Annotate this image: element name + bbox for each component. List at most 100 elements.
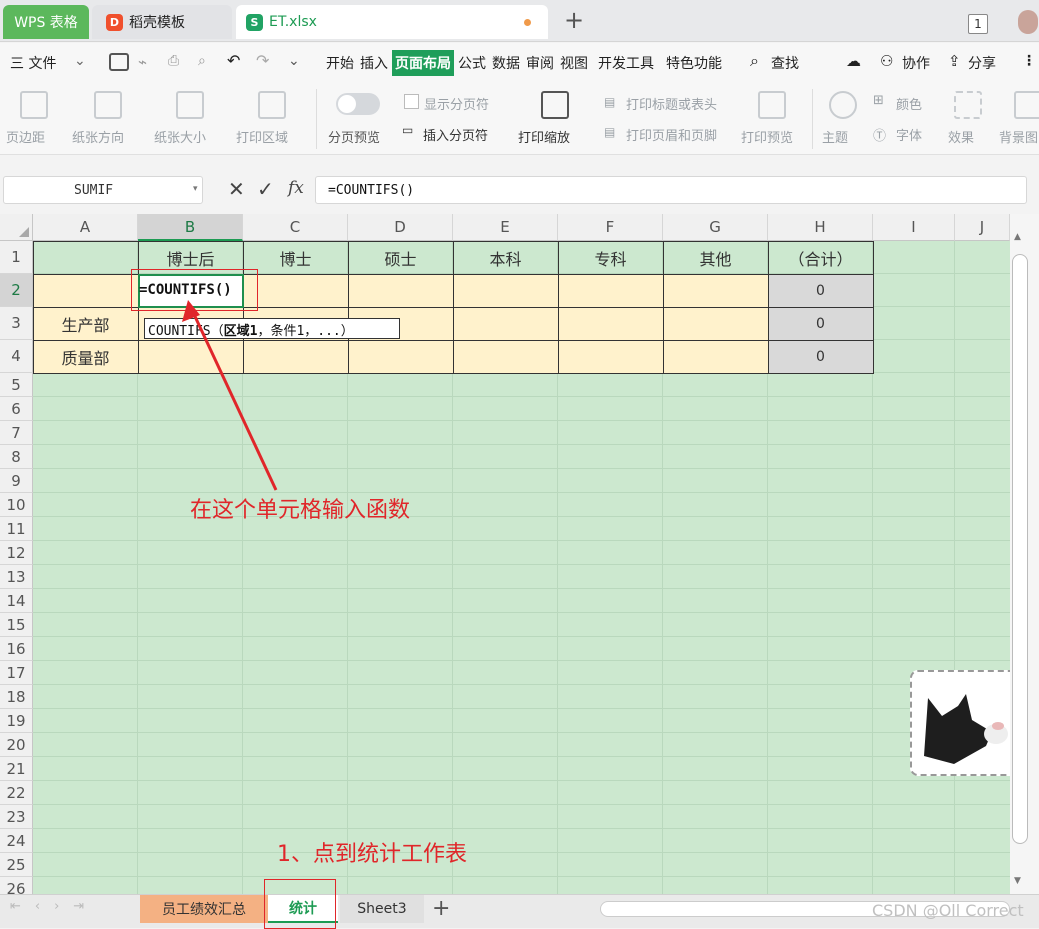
paper-size-icon xyxy=(176,91,204,119)
unsaved-dot-icon xyxy=(524,19,531,26)
cat-mascot-icon xyxy=(924,694,1008,764)
share-button[interactable]: 分享 xyxy=(968,53,996,73)
scroll-up-icon[interactable]: ▲ xyxy=(1014,232,1021,242)
add-sheet-button[interactable]: + xyxy=(432,896,450,921)
sheet-tab-sheet3[interactable]: Sheet3 xyxy=(340,895,424,923)
document-tab-et[interactable]: S ET.xlsx xyxy=(236,5,548,39)
annotation-arrow-icon xyxy=(182,300,278,491)
ime-floating-panel[interactable]: 中 °, ♙ xyxy=(910,670,1010,776)
file-menu[interactable]: 三 文件 xyxy=(10,53,56,73)
print-scale-icon xyxy=(541,91,569,119)
watermark: CSDN @Oll Correct xyxy=(872,901,1024,920)
background-button[interactable]: 背景图 xyxy=(999,127,1038,146)
more-icon[interactable]: ⋮ xyxy=(1022,53,1036,69)
margins-button[interactable]: 页边距 xyxy=(6,127,45,146)
show-page-breaks-label: 显示分页符 xyxy=(424,98,490,113)
spreadsheet-grid[interactable]: ABCDEFGHIJ 1 2 3 4 5 6 7 8 9 10 11 12 13 14 15 16 17 18 19… xyxy=(0,214,1010,894)
search-icon[interactable]: ⌕ xyxy=(750,51,759,71)
menu-bar: 三 文件 ⌄ ⌁ ⎙ ⌕ ↶ ↷ ⌄ 开始 插入 页面布局 公式 数据 审阅 视… xyxy=(0,43,1039,83)
margins-icon xyxy=(20,91,48,119)
sheet-tab-bar: ⇤‹›⇥ 员工绩效汇总 统计 Sheet3 + CSDN @Oll Correc… xyxy=(0,879,1039,929)
menu-item-insert[interactable]: 插入 xyxy=(360,53,388,73)
name-box-dropdown-icon[interactable]: ▾ xyxy=(193,184,198,194)
vertical-scrollbar[interactable]: ▲ ▼ xyxy=(1010,214,1039,894)
name-box[interactable]: SUMIF xyxy=(3,176,203,204)
insert-function-button[interactable]: fx xyxy=(288,178,304,198)
redo-icon[interactable]: ↷ xyxy=(256,51,269,70)
header-footer-icon: ▤ xyxy=(604,125,616,139)
print-scale-button[interactable]: 打印缩放 xyxy=(518,127,570,146)
window-tab-bar: WPS 表格 D 稻壳模板 S ET.xlsx + 1 xyxy=(0,0,1039,42)
background-image-icon xyxy=(1014,91,1039,119)
font-button[interactable]: 字体 xyxy=(896,125,922,144)
orientation-button[interactable]: 纸张方向 xyxy=(72,127,124,146)
color-icon: ⊞ xyxy=(873,93,884,108)
highlight-box-sheet xyxy=(264,879,336,929)
menu-item-start[interactable]: 开始 xyxy=(326,53,354,73)
menu-item-view[interactable]: 视图 xyxy=(560,53,588,73)
share-icon[interactable]: ⇪ xyxy=(948,52,961,70)
menu-item-review[interactable]: 审阅 xyxy=(526,53,554,73)
paper-size-button[interactable]: 纸张大小 xyxy=(154,127,206,146)
print-preview-icon xyxy=(758,91,786,119)
collaborator-icon[interactable]: ⚇ xyxy=(880,52,893,70)
document-tab-label: ET.xlsx xyxy=(269,14,317,30)
cloud-icon[interactable]: ☁ xyxy=(846,52,861,70)
quick-access-dropdown-icon[interactable]: ⌄ xyxy=(288,53,300,69)
annotation-sheet-hint: 1、点到统计工作表 xyxy=(277,842,467,867)
insert-page-break-button[interactable]: 插入分页符 xyxy=(423,125,488,144)
sheet-tab-performance[interactable]: 员工绩效汇总 xyxy=(140,895,268,923)
theme-button[interactable]: 主题 xyxy=(822,127,848,146)
toggle-knob xyxy=(338,95,356,113)
print-titles-icon: ▤ xyxy=(604,95,616,109)
font-icon: Ⓣ xyxy=(873,129,887,144)
spreadsheet-icon: S xyxy=(246,13,263,31)
daoke-tab-label: 稻壳模板 xyxy=(129,15,185,31)
theme-icon xyxy=(829,91,857,119)
ribbon-page-layout: 页边距 纸张方向 纸张大小 打印区域 分页预览 显示分页符 ▭ 插入分页符 打印… xyxy=(0,83,1039,155)
print-area-icon xyxy=(258,91,286,119)
ribbon-divider xyxy=(812,89,813,149)
print-icon[interactable]: ⎙ xyxy=(168,53,179,69)
collab-button[interactable]: 协作 xyxy=(902,53,930,73)
sheet-navigation-icon[interactable]: ⇤‹›⇥ xyxy=(10,899,98,914)
menu-item-developer[interactable]: 开发工具 xyxy=(598,53,654,73)
search-button[interactable]: 查找 xyxy=(771,53,799,73)
page-break-preview-label: 分页预览 xyxy=(328,131,381,146)
annotation-cell-hint: 在这个单元格输入函数 xyxy=(190,498,411,523)
file-menu-chevron-icon[interactable]: ⌄ xyxy=(74,53,86,69)
color-button[interactable]: 颜色 xyxy=(896,94,922,113)
cancel-icon[interactable]: ✕ xyxy=(228,177,245,201)
ribbon-divider xyxy=(316,89,317,149)
wps-home-tab[interactable]: WPS 表格 xyxy=(3,5,89,39)
formula-input[interactable]: =COUNTIFS() xyxy=(315,176,1027,204)
daoke-logo-icon: D xyxy=(106,13,123,31)
save-icon[interactable] xyxy=(109,53,129,71)
effects-icon xyxy=(954,91,982,119)
scroll-down-icon[interactable]: ▼ xyxy=(1014,876,1021,886)
user-avatar[interactable] xyxy=(1018,10,1038,34)
daoke-template-tab[interactable]: D 稻壳模板 xyxy=(92,5,232,39)
menu-item-formula[interactable]: 公式 xyxy=(458,53,486,73)
confirm-icon[interactable]: ✓ xyxy=(257,177,274,201)
vertical-scroll-thumb[interactable] xyxy=(1012,254,1028,844)
print-area-button[interactable]: 打印区域 xyxy=(236,127,288,146)
preview-icon[interactable]: ⌕ xyxy=(198,53,206,69)
menu-item-special[interactable]: 特色功能 xyxy=(666,53,722,73)
effects-button[interactable]: 效果 xyxy=(948,127,974,146)
formula-text: =COUNTIFS() xyxy=(328,182,415,198)
menu-item-page-layout[interactable]: 页面布局 xyxy=(392,50,454,76)
new-tab-button[interactable]: + xyxy=(564,6,584,34)
window-count-badge[interactable]: 1 xyxy=(968,14,988,34)
name-box-value: SUMIF xyxy=(74,182,114,198)
print-preview-button[interactable]: 打印预览 xyxy=(741,127,793,146)
header-footer-button[interactable]: 打印页眉和页脚 xyxy=(626,125,717,144)
format-painter-icon[interactable]: ⌁ xyxy=(138,53,147,71)
page-break-preview-toggle[interactable] xyxy=(336,93,380,115)
menu-item-data[interactable]: 数据 xyxy=(492,53,520,73)
wps-home-label: WPS 表格 xyxy=(14,15,78,31)
show-page-breaks-checkbox[interactable] xyxy=(404,94,419,109)
orientation-icon xyxy=(94,91,122,119)
undo-icon[interactable]: ↶ xyxy=(227,51,240,70)
print-titles-button[interactable]: 打印标题或表头 xyxy=(626,94,717,113)
